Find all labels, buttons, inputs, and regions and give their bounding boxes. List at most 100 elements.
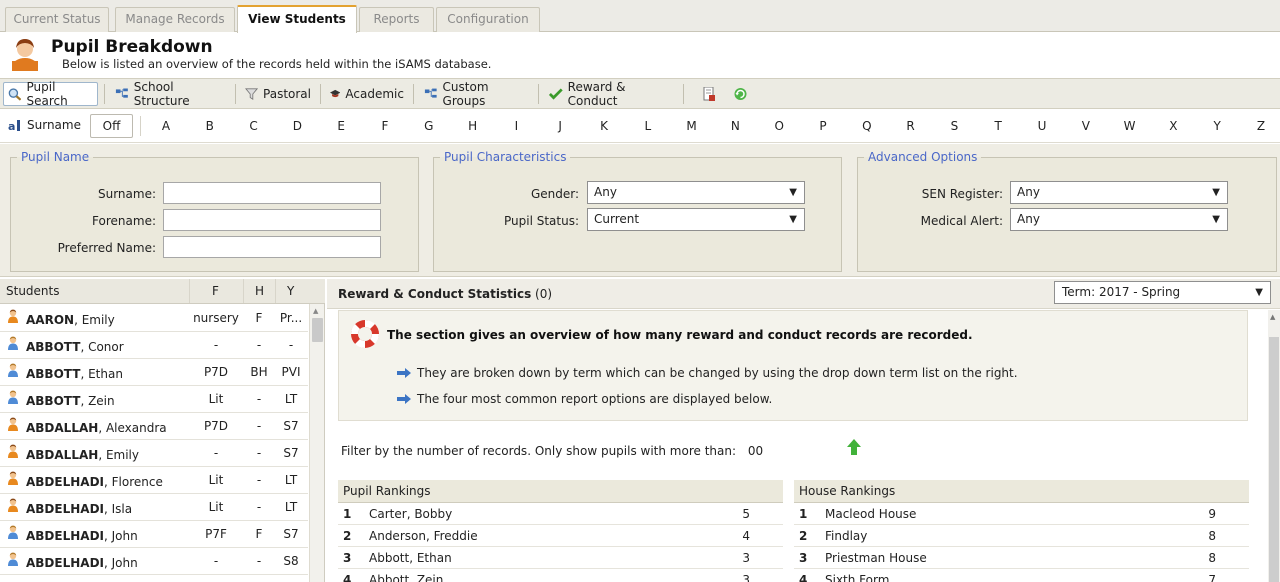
surname-sort-label[interactable]: a Surname [8,118,81,132]
scroll-up-icon[interactable]: ▲ [313,307,318,315]
letter-filter-c[interactable]: C [247,119,261,133]
letter-filter-r[interactable]: R [904,119,918,133]
record-filter-value[interactable]: 00 [748,444,763,458]
top-tab-bar: Current Status Manage Records View Stude… [0,0,1280,33]
letter-filter-t[interactable]: T [991,119,1005,133]
letter-filter-s[interactable]: S [947,119,961,133]
letter-filter-q[interactable]: Q [860,119,874,133]
letter-filter-m[interactable]: M [685,119,699,133]
pupil-status-select[interactable]: Current ▼ [587,208,805,231]
letter-filter-n[interactable]: N [728,119,742,133]
student-row[interactable]: ABDELHADI, Florence Lit - LT [0,467,308,494]
pupil-rankings-header: Pupil Rankings [338,480,783,503]
house-column-header[interactable]: H [255,284,264,298]
tab-view-students[interactable]: View Students [237,5,357,33]
ranking-row[interactable]: 4 Abbott, Zein 3 [338,569,783,582]
tab-configuration[interactable]: Configuration [436,7,540,32]
student-year: S7 [283,446,299,460]
scroll-up-icon[interactable]: ▲ [1270,313,1275,321]
letter-filter-b[interactable]: B [203,119,217,133]
scrollbar-thumb[interactable] [312,318,323,342]
tab-current-status[interactable]: Current Status [5,7,109,32]
students-scrollbar[interactable]: ▲ [309,304,324,582]
student-row[interactable]: ABDALLAH, Emily - - S7 [0,440,308,467]
student-row[interactable]: ABDELHADI, Isla Lit - LT [0,494,308,521]
letter-filter-y[interactable]: Y [1210,119,1224,133]
student-forename: , Zein [80,394,115,408]
school-structure-button[interactable]: School Structure [111,80,229,108]
ranking-row[interactable]: 2 Anderson, Freddie 4 [338,525,783,547]
student-name: ABBOTT, Zein [26,394,115,408]
panel-scrollbar[interactable]: ▲ [1268,310,1280,582]
forename-input[interactable] [163,209,381,231]
green-up-arrow-icon[interactable] [847,439,861,455]
student-row[interactable]: ABDALLAH, Alexandra P7D - S7 [0,413,308,440]
letter-filter-p[interactable]: P [816,119,830,133]
student-forename: , Emily [74,313,115,327]
record-filter-label: Filter by the number of records. Only sh… [341,444,737,458]
medical-alert-select[interactable]: Any ▼ [1010,208,1228,231]
letter-filter-h[interactable]: H [466,119,480,133]
reward-conduct-button[interactable]: Reward & Conduct [545,80,673,108]
letter-filter-i[interactable]: I [509,119,523,133]
preferred-name-input[interactable] [163,236,381,258]
letter-filter-l[interactable]: L [641,119,655,133]
student-form: P7F [205,527,227,541]
female-pupil-icon [8,444,18,458]
surname-input[interactable] [163,182,381,204]
ranking-count: 8 [1208,529,1216,543]
letter-filter-j[interactable]: J [553,119,567,133]
letter-filter-d[interactable]: D [290,119,304,133]
ranking-row[interactable]: 3 Priestman House 8 [794,547,1249,569]
student-row[interactable]: ABBOTT, Conor - - - [0,332,308,359]
letter-filter-g[interactable]: G [422,119,436,133]
dropdown-arrow-icon: ▼ [789,187,797,198]
ranking-row[interactable]: 2 Findlay 8 [794,525,1249,547]
ranking-row[interactable]: 4 Sixth Form 7 [794,569,1249,582]
student-surname: AARON [26,313,75,327]
ranking-row[interactable]: 1 Carter, Bobby 5 [338,503,783,525]
student-row[interactable]: ABDELHADI, John P7F F S7 [0,521,308,548]
letter-filter-x[interactable]: X [1166,119,1180,133]
ranking-row[interactable]: 3 Abbott, Ethan 3 [338,547,783,569]
tab-reports[interactable]: Reports [359,7,434,32]
student-house: - [256,419,262,433]
letter-filter-f[interactable]: F [378,119,392,133]
ranking-row[interactable]: 1 Macleod House 9 [794,503,1249,525]
academic-button[interactable]: Academic [326,82,408,106]
female-pupil-icon [8,309,18,323]
ranking-position: 1 [343,507,352,521]
gender-select-value: Any [594,185,617,199]
sen-register-select[interactable]: Any ▼ [1010,181,1228,204]
report-export-button[interactable] [697,82,721,106]
student-name: ABDALLAH, Alexandra [26,421,167,435]
student-row[interactable]: ABBOTT, Zein Lit - LT [0,386,308,413]
letter-filter-k[interactable]: K [597,119,611,133]
pupil-search-button[interactable]: Pupil Search [3,80,98,108]
letter-filter-o[interactable]: O [772,119,786,133]
letter-filter-z[interactable]: Z [1254,119,1268,133]
ranking-count: 8 [1208,551,1216,565]
letter-filter-v[interactable]: V [1079,119,1093,133]
students-column-header[interactable]: Students [6,284,60,298]
student-name: ABDELHADI, Florence [26,475,163,489]
student-row[interactable]: AARON, Emily nursery F Pr... [0,305,308,332]
scrollbar-thumb[interactable] [1269,337,1279,582]
letter-filter-w[interactable]: W [1123,119,1137,133]
letter-filter-a[interactable]: A [159,119,173,133]
letter-filter-u[interactable]: U [1035,119,1049,133]
year-column-header[interactable]: Y [287,284,294,298]
custom-groups-button[interactable]: Custom Groups [420,80,530,108]
term-select[interactable]: Term: 2017 - Spring ▼ [1054,281,1271,304]
pastoral-button[interactable]: Pastoral [241,82,315,106]
gender-select[interactable]: Any ▼ [587,181,805,204]
student-forename: , John [104,529,138,543]
student-form: Lit [208,500,224,514]
off-button[interactable]: Off [90,114,133,138]
tab-manage-records[interactable]: Manage Records [115,7,235,32]
letter-filter-e[interactable]: E [334,119,348,133]
form-column-header[interactable]: F [212,284,219,298]
student-row[interactable]: ABDELHADI, John - - S8 [0,548,308,575]
student-row[interactable]: ABBOTT, Ethan P7D BH PVI [0,359,308,386]
refresh-button[interactable] [729,82,753,106]
